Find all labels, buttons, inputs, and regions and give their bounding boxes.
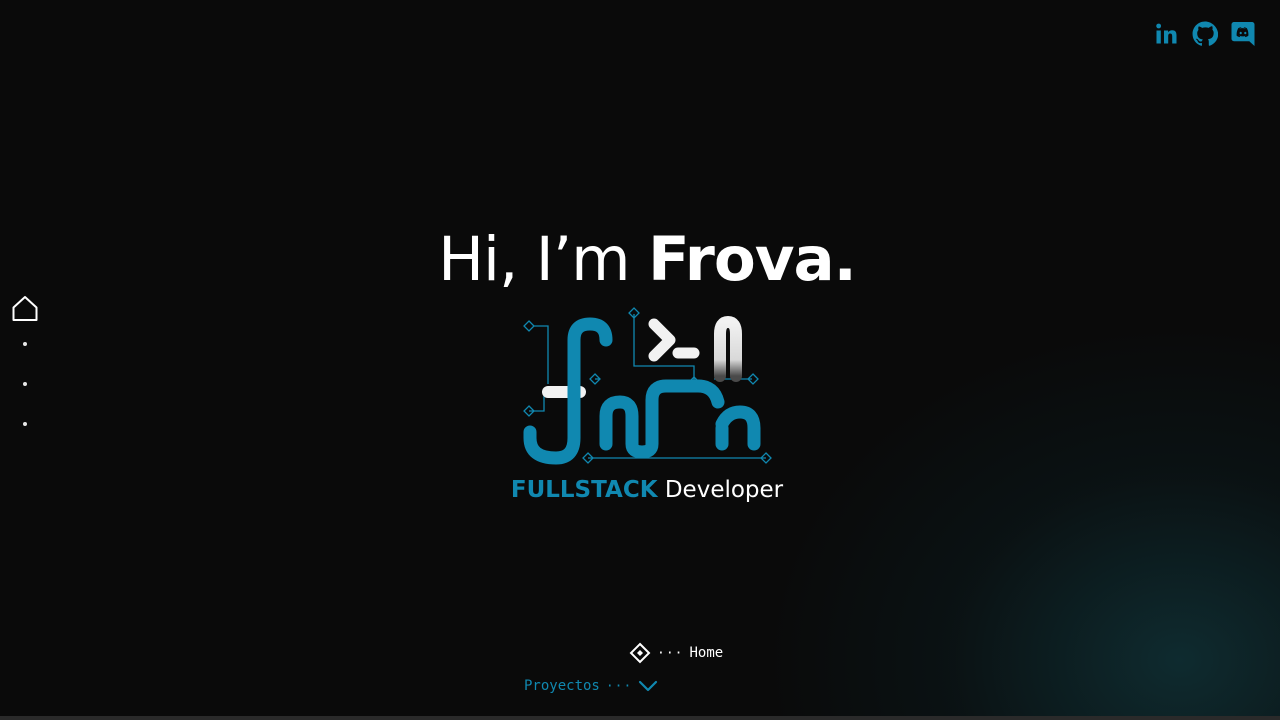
next-section-dashes: ···: [605, 678, 633, 694]
discord-icon: [1231, 22, 1255, 46]
hero-name: Frova.: [647, 224, 857, 295]
github-link[interactable]: [1192, 20, 1218, 48]
nav-dot: [23, 422, 27, 426]
side-nav-item-2[interactable]: [8, 324, 42, 364]
current-section-dashes: ···: [657, 645, 684, 661]
linkedin-link[interactable]: [1154, 20, 1180, 48]
next-section-label: Proyectos: [524, 678, 600, 694]
tagline: FULLSTACK Developer: [0, 475, 1280, 505]
linkedin-icon: [1156, 23, 1177, 44]
chevron-down-icon: [639, 680, 658, 692]
diamond-icon: [629, 642, 651, 664]
hero-greeting: Hi, I’m: [438, 224, 648, 295]
next-section-link[interactable]: Proyectos ···: [524, 678, 658, 694]
page: Hi, I’m Frova. FULLSTACK Developer ··· H…: [0, 0, 1280, 720]
side-nav-item-4[interactable]: [8, 404, 42, 444]
frova-logo: [523, 307, 772, 465]
discord-link[interactable]: [1230, 20, 1256, 48]
side-nav-item-3[interactable]: [8, 364, 42, 404]
home-icon: [12, 296, 38, 321]
current-section-label: Home: [689, 645, 724, 661]
current-section-indicator: ··· Home: [629, 642, 723, 664]
bottom-scrollbar[interactable]: [0, 716, 1280, 720]
social-links: [1154, 20, 1256, 48]
side-navigation: [8, 292, 42, 444]
tagline-role: Developer: [657, 477, 784, 503]
nav-dot: [23, 342, 27, 346]
github-icon: [1192, 21, 1218, 46]
nav-dot: [23, 382, 27, 386]
hero-title: Hi, I’m Frova.: [0, 222, 1280, 298]
tagline-accent: FULLSTACK: [510, 477, 658, 503]
